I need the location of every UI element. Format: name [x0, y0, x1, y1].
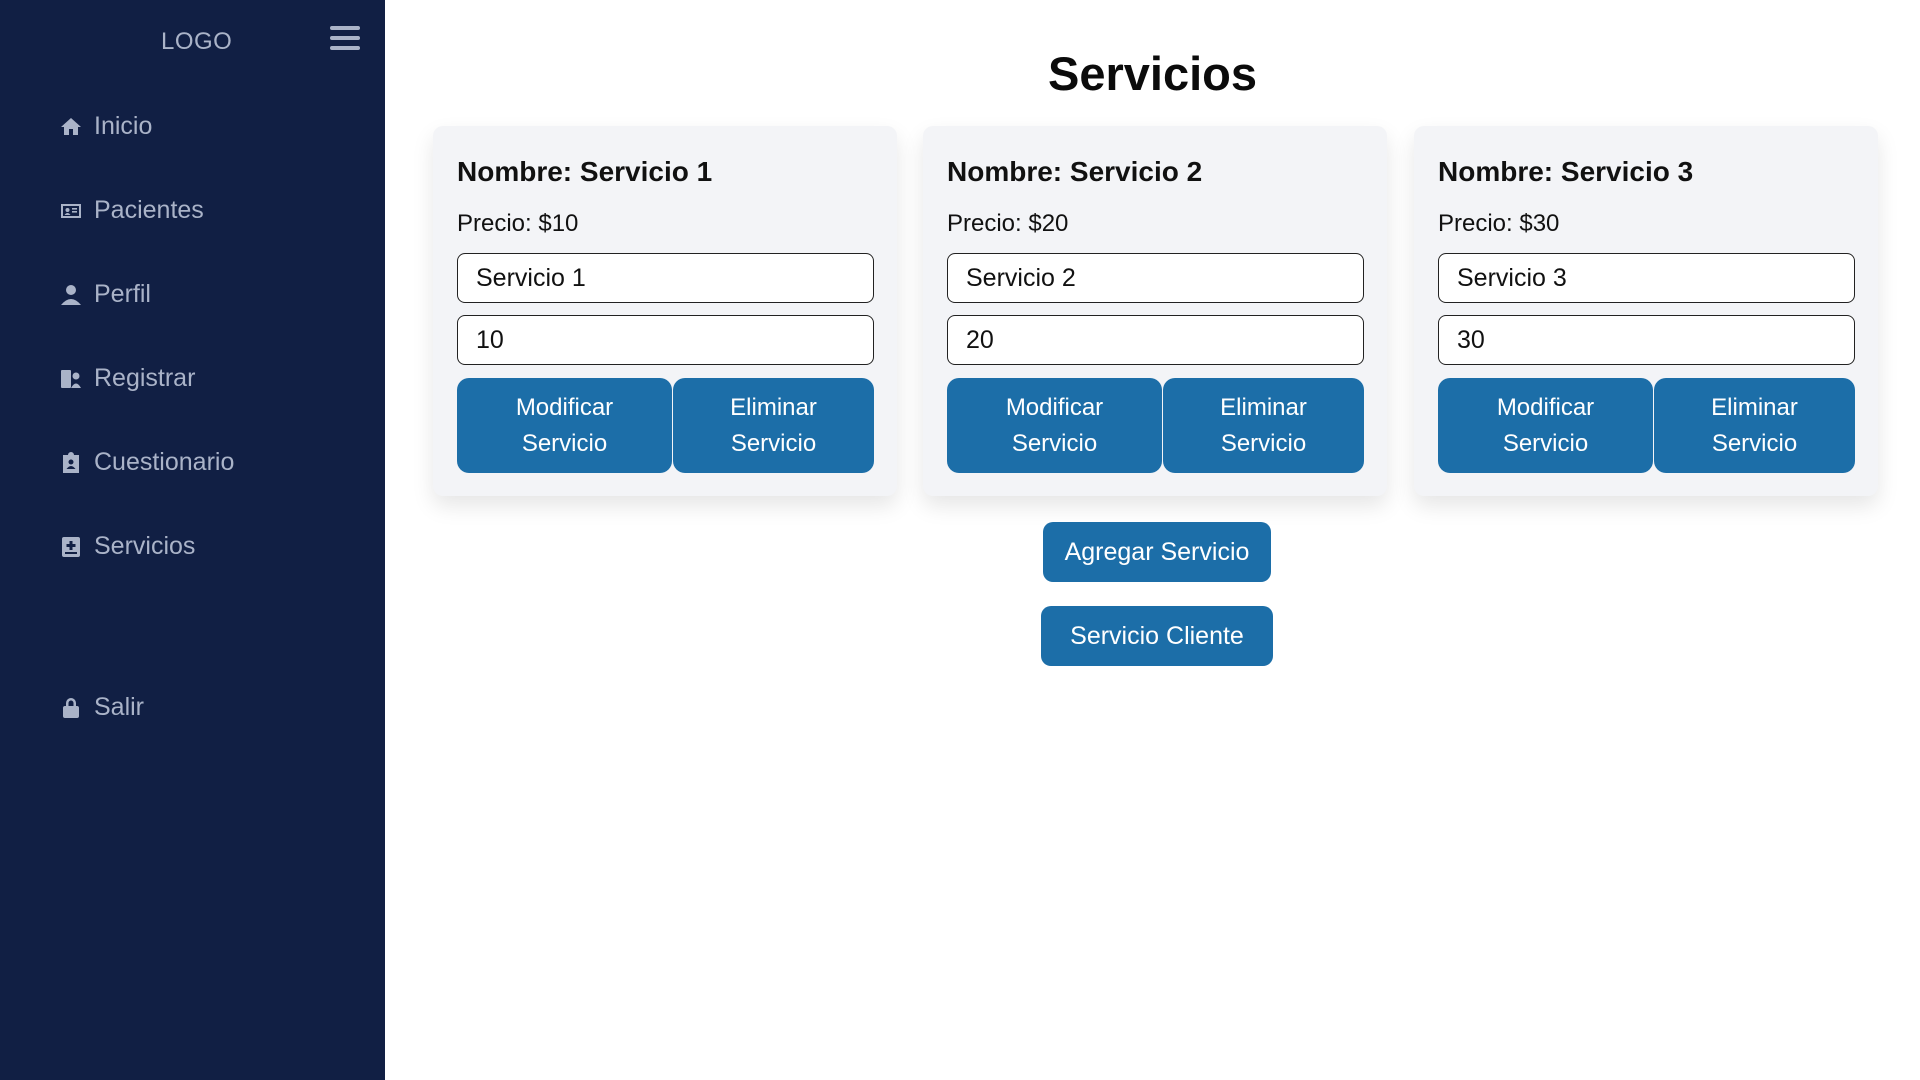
medical-plus-icon: [58, 534, 84, 560]
hamburger-menu-icon[interactable]: [330, 26, 360, 52]
service-price: Precio: $10: [457, 210, 579, 237]
delete-service-button[interactable]: Eliminar Servicio: [1654, 378, 1855, 473]
clipboard-icon: [58, 450, 84, 476]
sidebar-item-registrar[interactable]: Registrar: [58, 364, 195, 393]
service-price-input[interactable]: [1438, 315, 1855, 365]
service-name: Nombre: Servicio 3: [1438, 156, 1694, 187]
modify-service-button[interactable]: Modificar Servicio: [1438, 378, 1653, 473]
modify-service-button[interactable]: Modificar Servicio: [947, 378, 1162, 473]
service-card: Nombre: Servicio 2 Precio: $20 Modificar…: [923, 126, 1387, 496]
sidebar-item-label: Servicios: [94, 532, 196, 560]
page-title: Servicios: [1047, 47, 1258, 100]
service-price-input[interactable]: [457, 315, 874, 365]
service-price: Precio: $20: [947, 210, 1069, 237]
service-name: Nombre: Servicio 1: [457, 156, 713, 187]
service-name: Nombre: Servicio 2: [947, 156, 1203, 187]
service-name-input[interactable]: [947, 253, 1364, 303]
add-service-button[interactable]: Agregar Servicio: [1043, 522, 1271, 582]
sidebar-item-label: Perfil: [94, 280, 151, 308]
service-card: Nombre: Servicio 3 Precio: $30 Modificar…: [1414, 126, 1878, 496]
sidebar-item-label: Cuestionario: [94, 448, 235, 476]
sidebar-item-perfil[interactable]: Perfil: [58, 280, 151, 309]
service-price-input[interactable]: [947, 315, 1364, 365]
modify-service-button[interactable]: Modificar Servicio: [457, 378, 672, 473]
sidebar-item-label: Pacientes: [94, 196, 204, 224]
sidebar-item-inicio[interactable]: Inicio: [58, 112, 152, 141]
service-price: Precio: $30: [1438, 210, 1560, 237]
service-name-input[interactable]: [1438, 253, 1855, 303]
sidebar-item-cuestionario[interactable]: Cuestionario: [58, 448, 234, 477]
sidebar-item-pacientes[interactable]: Pacientes: [58, 196, 204, 225]
lock-icon: [58, 695, 84, 721]
client-service-button[interactable]: Servicio Cliente: [1041, 606, 1273, 666]
user-icon: [58, 282, 84, 308]
sidebar-item-label: Inicio: [94, 112, 153, 140]
service-card: Nombre: Servicio 1 Precio: $10 Modificar…: [433, 126, 897, 496]
delete-service-button[interactable]: Eliminar Servicio: [1163, 378, 1364, 473]
logo: LOGO: [161, 28, 233, 55]
home-icon: [58, 114, 84, 140]
main-content: Servicios Nombre: Servicio 1 Precio: $10…: [385, 0, 1920, 1080]
service-name-input[interactable]: [457, 253, 874, 303]
sidebar: LOGO Inicio Pacientes Perfil Registrar C…: [0, 0, 385, 1080]
sidebar-item-label: Registrar: [94, 364, 196, 392]
user-register-icon: [58, 366, 84, 392]
sidebar-item-label: Salir: [94, 693, 145, 721]
sidebar-item-salir[interactable]: Salir: [58, 693, 144, 722]
sidebar-item-servicios[interactable]: Servicios: [58, 532, 195, 561]
delete-service-button[interactable]: Eliminar Servicio: [673, 378, 874, 473]
id-card-icon: [58, 198, 84, 224]
